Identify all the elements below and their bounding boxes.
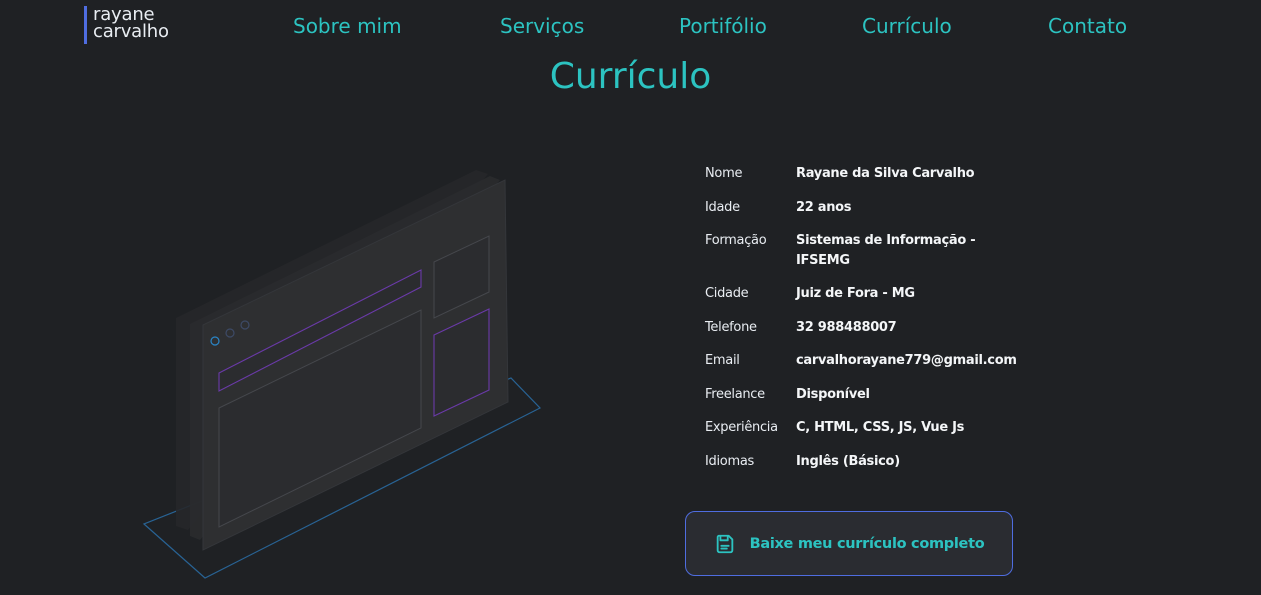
info-label: Nome (705, 166, 743, 181)
info-value: Rayane da Silva Carvalho (796, 166, 975, 181)
info-value: Sistemas de Informação - IFSEMG (796, 233, 976, 268)
download-resume-label: Baixe meu currículo completo (749, 535, 985, 552)
info-row-experiencia: Experiência C, HTML, CSS, JS, Vue Js (705, 418, 1045, 438)
info-label: Idade (705, 199, 740, 215)
info-label: Idiomas (705, 453, 754, 469)
logo-line-2: carvalho (93, 21, 169, 42)
info-label: Email (705, 353, 740, 368)
info-value: 32 988488007 (796, 319, 897, 335)
info-value: C, HTML, CSS, JS, Vue Js (796, 420, 965, 435)
info-row-email: Email carvalhorayane779@gmail.com (705, 351, 1045, 371)
resume-info: Nome Rayane da Silva Carvalho Idade 22 a… (705, 164, 1045, 485)
info-value: carvalhorayane779@gmail.com (796, 353, 1017, 368)
info-row-telefone: Telefone 32 988488007 (705, 318, 1045, 338)
info-row-idiomas: Idiomas Inglês (Básico) (705, 452, 1045, 472)
info-value: Inglês (Básico) (796, 453, 900, 469)
nav-link-servicos[interactable]: Serviços (500, 12, 584, 40)
nav-link-curriculo[interactable]: Currículo (862, 12, 952, 40)
nav-link-contato[interactable]: Contato (1048, 12, 1127, 40)
download-resume-button[interactable]: Baixe meu currículo completo (685, 511, 1013, 576)
info-value: Disponível (796, 386, 870, 402)
page: rayane carvalho Sobre mim Serviços Porti… (0, 0, 1261, 595)
page-title: Currículo (549, 56, 712, 97)
logo[interactable]: rayane carvalho (84, 6, 169, 44)
nav-link-sobre-mim[interactable]: Sobre mim (293, 12, 402, 40)
info-row-freelance: Freelance Disponível (705, 385, 1045, 405)
info-label: Formação (705, 233, 767, 248)
nav-link-portifolio[interactable]: Portifólio (679, 12, 767, 40)
save-icon (716, 534, 733, 553)
info-label: Telefone (705, 319, 757, 335)
info-row-idade: Idade 22 anos (705, 198, 1045, 218)
info-value: Juiz de Fora - MG (796, 286, 915, 301)
browser-window-illustration (142, 170, 541, 579)
info-label: Experiência (705, 420, 778, 435)
info-value: 22 anos (796, 199, 852, 215)
info-label: Freelance (705, 386, 765, 402)
info-row-cidade: Cidade Juiz de Fora - MG (705, 284, 1045, 304)
info-row-formacao: Formação Sistemas de Informação - IFSEMG (705, 231, 1045, 270)
info-label: Cidade (705, 286, 749, 301)
info-row-nome: Nome Rayane da Silva Carvalho (705, 164, 1045, 184)
